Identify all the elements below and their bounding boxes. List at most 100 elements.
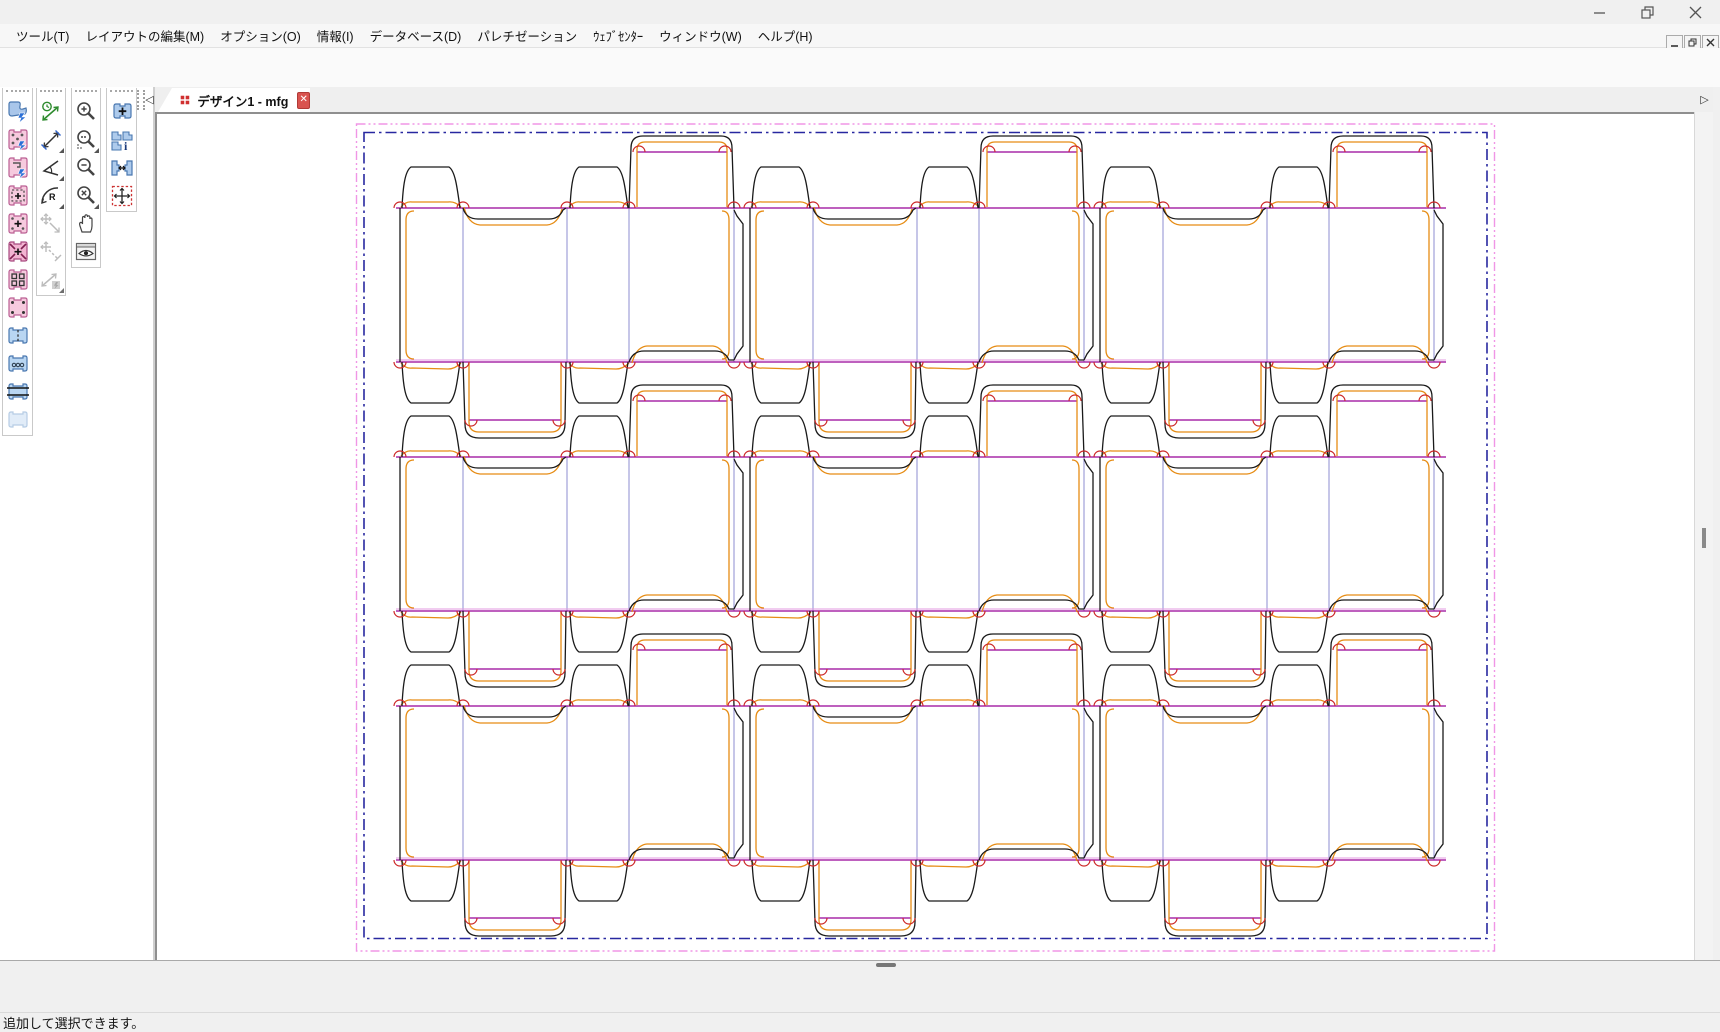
corner-marks-tool-button[interactable] (5, 295, 31, 321)
title-bar (0, 0, 1720, 24)
add-dashed-region-tool-button[interactable] (5, 183, 31, 209)
toolbar-grip[interactable] (6, 90, 29, 97)
bottom-panel (0, 960, 1720, 1013)
close-button[interactable] (1684, 5, 1706, 20)
pink-grid-icon (6, 268, 30, 292)
sheet-size-tool-button[interactable] (109, 183, 135, 209)
clamp-holes-icon (6, 352, 30, 376)
zoom-options-tool-button[interactable] (73, 127, 99, 153)
toolbar-grip[interactable] (110, 90, 133, 97)
quick-measure-tool-button[interactable] (38, 99, 64, 125)
pan-tool-button[interactable] (73, 211, 99, 237)
window-edge (1713, 87, 1720, 960)
menu-item-7[interactable]: ウィンドウ(W) (651, 23, 750, 48)
restore-icon (1641, 6, 1654, 19)
toolbar-grip[interactable] (75, 90, 97, 97)
blue-add-icon (110, 100, 134, 124)
clamp-tool-button[interactable] (5, 407, 31, 433)
clamp-plain-icon (6, 408, 30, 432)
document-tab[interactable]: デザイン1 - mfg ✕ (158, 88, 310, 112)
status-message: 追加して選択できます。 (0, 1013, 144, 1032)
minimize-button[interactable] (1588, 5, 1610, 20)
clamp-dashed-icon (6, 324, 30, 348)
restore-button[interactable] (1636, 5, 1658, 20)
blank-info-tool-button[interactable]: i (109, 127, 135, 153)
edit-layout-tools-toolbar: i (106, 88, 137, 212)
move-distance-tool-button[interactable] (38, 239, 64, 265)
measure-distance-tool-button[interactable] (38, 127, 64, 153)
sheet-size-icon (110, 184, 134, 208)
menu-item-5[interactable]: パレチゼーション (469, 23, 585, 48)
measure-radius-tool-button[interactable]: R (38, 183, 64, 209)
flyout-indicator-icon (59, 176, 64, 181)
menu-item-6[interactable]: ｳｪﾌﾞｾﾝﾀｰ (585, 23, 651, 48)
move-diag-icon (39, 212, 63, 236)
close-icon (1689, 6, 1702, 19)
flap-outline-tool-button[interactable] (5, 155, 31, 181)
add-blank-tool-button[interactable] (109, 99, 135, 125)
measure-angle-tool-button[interactable] (38, 155, 64, 181)
nick-pattern-tool-button[interactable] (5, 127, 31, 153)
move-snap-tool-button[interactable] (38, 267, 64, 293)
svg-text:i: i (124, 139, 128, 152)
menu-item-0[interactable]: ツール(T) (8, 23, 77, 48)
clamp-holes-tool-button[interactable] (5, 351, 31, 377)
clamp-lines-icon (6, 380, 30, 404)
flyout-indicator-icon (59, 288, 64, 293)
zoom-reset-tool-button[interactable] (73, 183, 99, 209)
dieline-canvas[interactable] (155, 112, 1694, 960)
measure-tools-toolbar: R (36, 88, 66, 296)
menu-item-2[interactable]: オプション(O) (212, 23, 309, 48)
grid-copies-tool-button[interactable] (5, 267, 31, 293)
scrollbar-thumb[interactable] (1702, 528, 1706, 548)
pink-dots-plus-icon (6, 212, 30, 236)
tab-close-button[interactable]: ✕ (297, 92, 310, 109)
compress-layout-tool-button[interactable] (5, 239, 31, 265)
menu-item-8[interactable]: ヘルプ(H) (750, 23, 821, 48)
move-point-tool-button[interactable] (38, 211, 64, 237)
menu-item-3[interactable]: 情報(I) (309, 23, 362, 48)
preview-window-tool-button[interactable] (73, 239, 99, 265)
svg-text:R: R (49, 192, 56, 202)
tab-title: デザイン1 - mfg (197, 91, 288, 110)
flyout-indicator-icon (59, 148, 64, 153)
flyout-indicator-icon (59, 204, 64, 209)
document-tab-bar (155, 87, 1720, 112)
tab-scroll-left-button[interactable]: ◁ (142, 90, 157, 108)
clamp-split-tool-button[interactable] (5, 323, 31, 349)
left-tool-panel: Ri (0, 87, 153, 970)
zoom-in-tool-button[interactable] (73, 99, 99, 125)
pink-dots-icon (6, 128, 30, 152)
menu-bar: ツール(T)レイアウトの編集(M)オプション(O)情報(I)データベース(D)パ… (0, 24, 1720, 48)
status-bar: 追加して選択できます。 (0, 1012, 1720, 1032)
layout-doc-icon (180, 93, 191, 107)
tool-options-toolbar: ールカウンター ｶｳﾝﾀｰｴｯｼﾞﾂｰﾙ mm (0, 48, 1720, 88)
add-nick-tool-button[interactable] (5, 211, 31, 237)
sheet-fit-tool-button[interactable] (5, 99, 31, 125)
blue-info-icon: i (110, 128, 134, 152)
clock-arrow-icon (39, 100, 63, 124)
menu-item-4[interactable]: データベース(D) (362, 23, 470, 48)
pink-compress-icon (6, 240, 30, 264)
zoom-out-icon (74, 156, 98, 180)
menu-item-1[interactable]: レイアウトの編集(M) (77, 23, 212, 48)
zoom-tools-toolbar (71, 88, 101, 268)
canvas-resize-handle[interactable] (876, 963, 896, 967)
layout-tools-toolbar (2, 88, 33, 436)
tab-scroll-right-button[interactable]: ▷ (1697, 90, 1712, 108)
toolbar-grip[interactable] (40, 90, 62, 97)
zoom-in-icon (74, 100, 98, 124)
pan-hand-icon (74, 212, 98, 236)
pink-flap-icon (6, 156, 30, 180)
eye-window-icon (74, 240, 98, 264)
zoom-out-tool-button[interactable] (73, 155, 99, 181)
pink-dash-plus-icon (6, 184, 30, 208)
clamp-lines-tool-button[interactable] (5, 379, 31, 405)
pink-corners-icon (6, 296, 30, 320)
minimize-icon (1593, 6, 1606, 19)
blue-gap-icon (110, 156, 134, 180)
blank-gap-tool-button[interactable] (109, 155, 135, 181)
sheet-fit-icon (6, 100, 30, 124)
flyout-indicator-icon (94, 148, 99, 153)
move-tick-icon (39, 240, 63, 264)
